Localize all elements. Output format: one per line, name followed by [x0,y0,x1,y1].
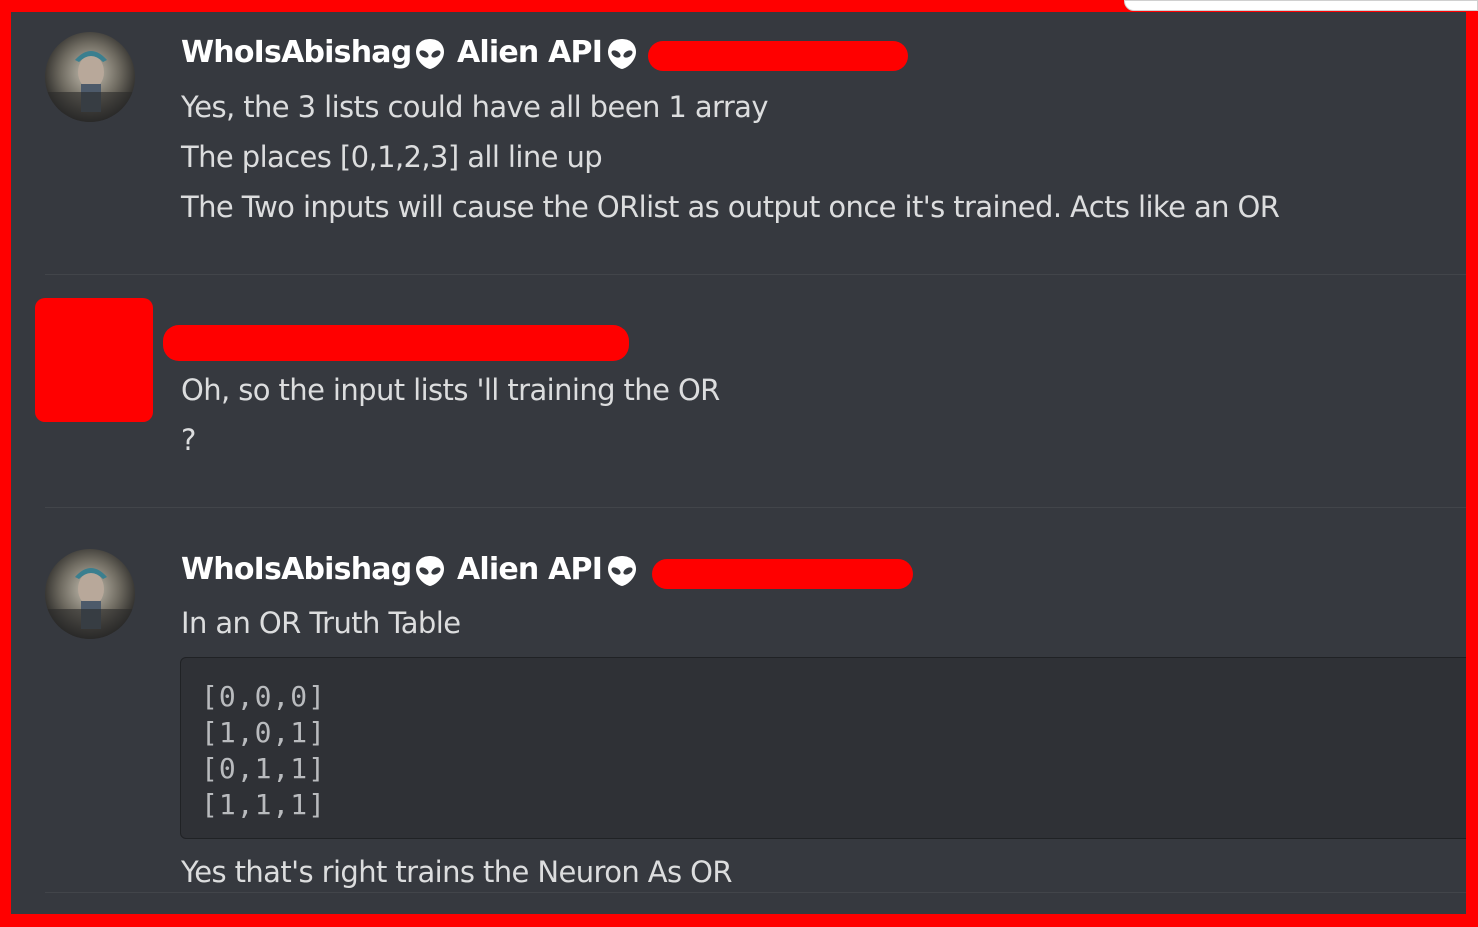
message-line: Oh, so the input lists 'll training the … [181,373,720,407]
bot-tag: Alien API [457,552,603,587]
message-line: Yes, the 3 lists could have all been 1 a… [181,90,768,124]
message-line: Yes that's right trains the Neuron As OR [181,855,733,889]
alien-icon [608,556,636,586]
redacted-avatar [35,298,153,422]
username[interactable]: WhoIsAbishag [181,553,412,587]
avatar[interactable] [45,549,135,639]
username[interactable]: WhoIsAbishag [181,36,412,70]
message-divider [45,274,1466,275]
bot-tag: Alien API [457,35,603,70]
message-line: ? [181,423,196,457]
code-line: [0,1,1] [201,752,327,785]
code-line: [1,0,1] [201,716,327,749]
avatar[interactable] [45,32,135,122]
popup-edge [1124,0,1478,11]
alien-icon [416,556,444,586]
redaction-bar [648,41,908,71]
message-divider [45,507,1466,508]
code-block: [0,0,0] [1,0,1] [0,1,1] [1,1,1] [180,657,1466,839]
message-divider [45,892,1466,893]
redaction-bar [163,325,629,361]
message-line: In an OR Truth Table [181,606,461,640]
redaction-bar [652,559,913,589]
message-line: The Two inputs will cause the ORlist as … [181,190,1280,224]
code-line: [0,0,0] [201,680,327,713]
code-line: [1,1,1] [201,788,327,821]
chat-panel: WhoIsAbishag Alien API Yes, the 3 lists … [11,12,1466,914]
alien-icon [416,39,444,69]
message-line: The places [0,1,2,3] all line up [181,140,603,174]
alien-icon [608,39,636,69]
